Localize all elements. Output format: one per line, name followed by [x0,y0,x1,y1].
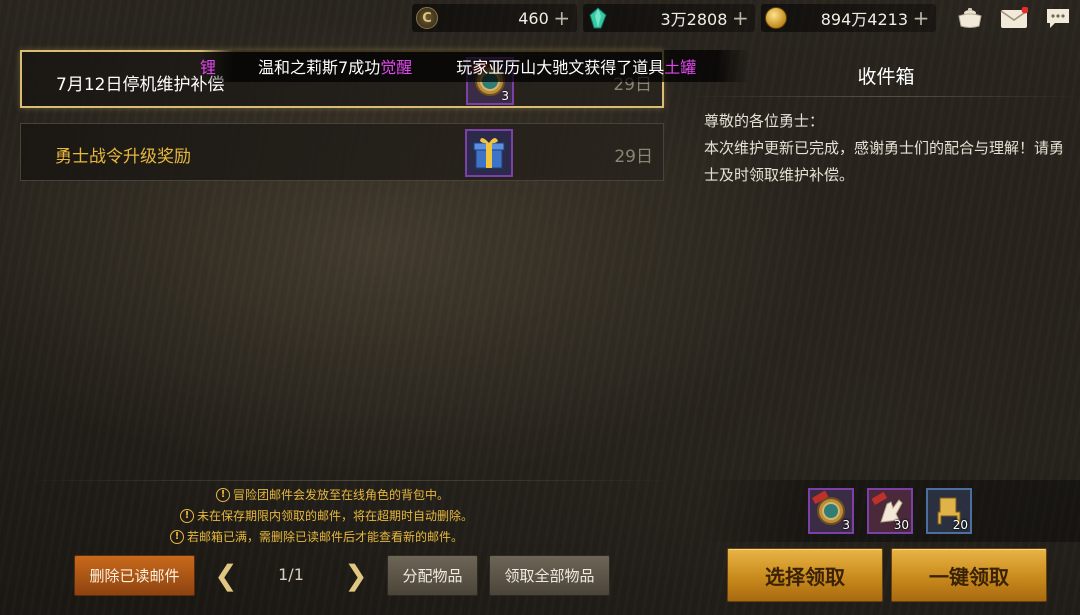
collect-all-items-button[interactable]: 领取全部物品 [489,555,610,596]
broadcast-prefix: 锂 [200,58,217,77]
gold-coin-icon [765,7,788,29]
gift-box-icon [467,131,511,175]
add-currency-button[interactable]: + [553,8,571,28]
currency-crystal: 3万2808 + [582,4,756,32]
top-icon-group [948,5,1080,31]
mail-item-battle-pass[interactable]: 勇士战令升级奖励 29日 [20,123,664,181]
add-currency-button[interactable]: + [912,8,930,28]
reward-item[interactable]: 30 [867,488,913,534]
warning-icon: ! [216,487,230,502]
reward-item[interactable]: 3 [808,488,854,534]
green-crystal-icon [587,7,609,29]
page-indicator: 1/1 [278,565,304,584]
shop-pot-icon[interactable] [955,5,985,31]
currency-value: 894万4213 [820,10,908,29]
warning-icon: ! [170,529,184,544]
broadcast-message-2: 玩家亚历山大驰文获得了道具土罐 [456,54,696,78]
add-currency-button[interactable]: + [731,8,749,28]
broadcast-text: 温和之莉斯7成功 [258,58,381,77]
broadcast-highlight: 觉醒 [380,58,413,77]
broadcast-highlight: 土罐 [664,58,697,77]
distribute-items-button[interactable]: 分配物品 [387,555,478,596]
divider [20,480,680,481]
currency-value: 460 [518,8,549,28]
select-collect-button[interactable]: 选择领取 [727,548,883,602]
mail-days-left: 29日 [614,147,653,167]
broadcast-text: 玩家亚历山大驰文获得了道具 [456,58,665,77]
one-key-collect-button[interactable]: 一键领取 [891,548,1047,602]
inbox-header: 收件箱 [857,66,915,88]
note-text: 未在保存期限内领取的邮件，将在超期时自动删除。 [197,509,474,523]
prev-page-arrow-icon[interactable]: ❮ [214,559,237,592]
reward-count: 30 [893,518,909,532]
reward-count: 20 [952,518,968,532]
chat-icon[interactable] [1043,5,1073,31]
currency-c-coin: C 460 + [412,4,577,32]
warning-icon: ! [180,508,194,523]
currency-value: 3万2808 [660,10,728,29]
mail-body: 本次维护更新已完成，感谢勇士们的配合与理解！请勇士及时领取维护补偿。 [704,139,1065,184]
delete-read-mail-button[interactable]: 删除已读邮件 [74,555,195,596]
currency-gold: 894万4213 + [761,4,936,32]
note-text: 若邮箱已满，需删除已读邮件后才能查看新的邮件。 [187,530,464,544]
system-broadcast-banner: 锂 温和之莉斯7成功觉醒 玩家亚历山大驰文获得了道具土罐 [200,50,750,82]
mail-greeting: 尊敬的各位勇士： [704,112,825,130]
reward-count: 3 [842,518,850,532]
note-text: 冒险团邮件会发放至在线角色的背包中。 [233,488,450,502]
divider [690,96,1080,97]
mail-attachment-thumb [465,129,513,177]
mail-notes: ! 冒险团邮件会发放至在线角色的背包中。 ! 未在保存期限内领取的邮件，将在超期时自… [170,484,473,547]
next-page-arrow-icon[interactable]: ❯ [344,559,367,592]
attachment-count: 3 [501,89,509,103]
broadcast-message-1: 温和之莉斯7成功觉醒 [258,54,412,78]
gold-c-coin-icon: C [416,7,438,29]
mail-content: 尊敬的各位勇士： 本次维护更新已完成，感谢勇士们的配合与理解！请勇士及时领取维护… [704,108,1072,189]
reward-item[interactable]: 20 [926,488,972,534]
mail-title: 勇士战令升级奖励 [55,147,191,167]
currency-bar: C 460 + 3万2808 + 894万4213 + [412,0,1080,36]
note-line: ! 冒险团邮件会发放至在线角色的背包中。 [216,484,473,505]
mail-icon[interactable] [999,5,1029,31]
note-line: ! 未在保存期限内领取的邮件，将在超期时自动删除。 [180,505,473,526]
note-line: ! 若邮箱已满，需删除已读邮件后才能查看新的邮件。 [170,526,473,547]
